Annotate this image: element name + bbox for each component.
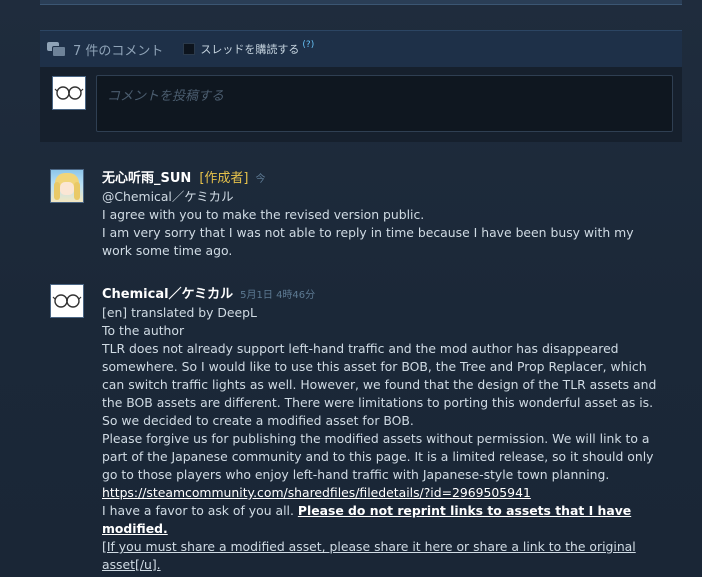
top-divider — [40, 0, 682, 5]
comment-time: 今 — [255, 174, 266, 185]
comment-item: Chemical／ケミカル 5月1日 4時46分 [en] translated… — [102, 283, 662, 574]
comment-body: [en] translated by DeepL To the author T… — [102, 304, 662, 574]
comment-body: @Chemical／ケミカル I agree with you to make … — [102, 188, 662, 260]
subscribe-label[interactable]: スレッドを購読する — [200, 41, 299, 57]
comment-line: I agree with you to make the revised ver… — [102, 207, 425, 222]
comment-line: To the author — [102, 323, 185, 338]
comment-count: 7 件のコメント — [73, 43, 164, 59]
comment-item: 无心听雨_SUN [作成者] 今 @Chemical／ケミカル I agree … — [102, 167, 662, 260]
asset-link[interactable]: https://steamcommunity.com/sharedfiles/f… — [102, 485, 531, 500]
comment-author[interactable]: 无心听雨_SUN — [102, 167, 191, 186]
chat-bubbles-icon — [47, 41, 66, 57]
author-avatar-chemical[interactable] — [50, 284, 84, 318]
comment-line: TLR does not already support left-hand t… — [102, 341, 657, 410]
favor-text: I have a favor to ask of you all. — [102, 503, 294, 518]
author-badge: [作成者] — [199, 171, 249, 186]
comments-header: 7 件のコメント スレッドを購読する (?) — [40, 30, 682, 67]
my-avatar[interactable] — [52, 76, 86, 110]
comment-time: 5月1日 4時46分 — [240, 290, 316, 301]
comment-line: I am very sorry that I was not able to r… — [102, 225, 634, 258]
comment-input[interactable]: コメントを投稿する — [96, 75, 673, 132]
author-avatar-sun[interactable] — [50, 169, 84, 203]
comment-line: So we decided to create a modified asset… — [102, 413, 414, 428]
help-link[interactable]: (?) — [302, 40, 314, 50]
glasses-avatar-icon — [54, 86, 84, 100]
comment-line: Please forgive us for publishing the mod… — [102, 431, 654, 482]
glasses-avatar-icon — [52, 294, 82, 308]
comment-author[interactable]: Chemical／ケミカル — [102, 283, 233, 302]
subscribe-checkbox[interactable] — [183, 43, 196, 55]
favor-tail: [If you must share a modified asset, ple… — [102, 539, 636, 572]
comment-line: [en] translated by DeepL — [102, 305, 257, 320]
comment-line: @Chemical／ケミカル — [102, 189, 234, 204]
